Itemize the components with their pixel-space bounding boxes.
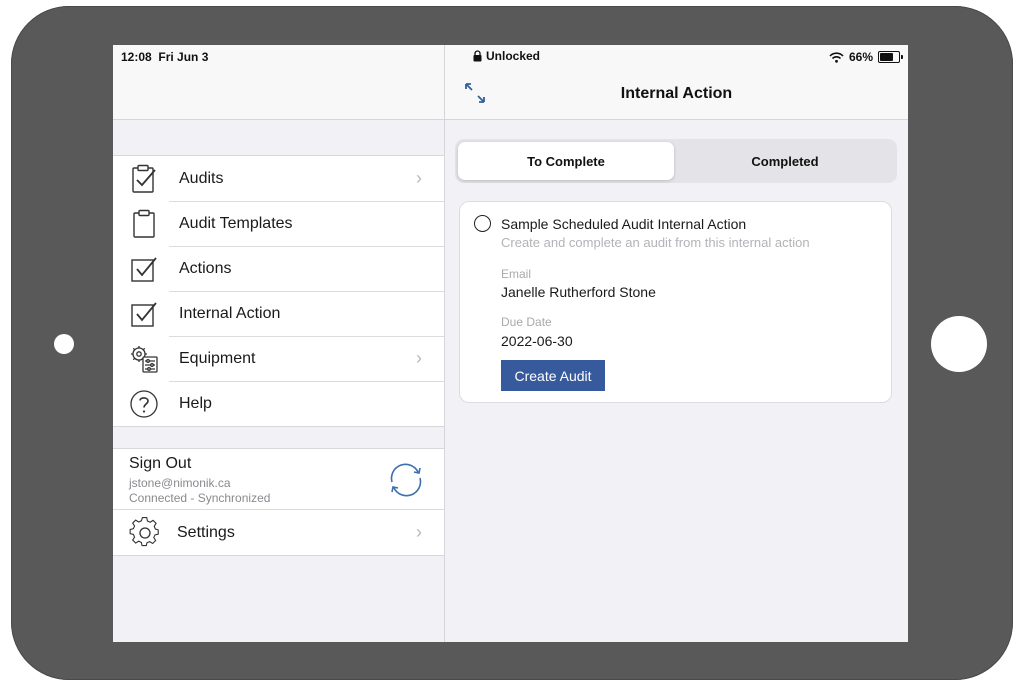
battery-status: 66%: [829, 50, 903, 64]
equipment-gear-icon: [129, 344, 159, 374]
checkbox-check-icon: [129, 299, 159, 329]
battery-icon: [878, 51, 903, 63]
due-date-label: Due Date: [501, 315, 552, 329]
account-email: jstone@nimonik.ca: [129, 476, 231, 490]
sidebar-item-help[interactable]: Help: [113, 381, 444, 426]
lock-text: Unlocked: [486, 49, 541, 63]
wifi-icon: [829, 51, 844, 63]
email-value: Janelle Rutherford Stone: [501, 284, 656, 300]
clipboard-check-icon: [129, 164, 159, 194]
account-section: Sign Out jstone@nimonik.ca Connected - S…: [113, 448, 444, 556]
home-button[interactable]: [931, 316, 987, 372]
sidebar-item-internal-action[interactable]: Internal Action: [113, 291, 444, 336]
sidebar-item-label: Help: [179, 394, 212, 412]
camera-dot: [54, 334, 74, 354]
connection-status: Connected - Synchronized: [129, 491, 271, 505]
status-time: 12:08 Fri Jun 3: [121, 50, 208, 64]
sidebar-item-label: Equipment: [179, 349, 256, 367]
action-description: Create and complete an audit from this i…: [501, 235, 810, 250]
sidebar-item-audit-templates[interactable]: Audit Templates: [113, 201, 444, 246]
device-screen: Audits › Audit Templates Actions Interna…: [113, 45, 908, 642]
sidebar-item-label: Audits: [179, 169, 224, 187]
clipboard-icon: [129, 209, 159, 239]
sidebar-item-label: Actions: [179, 259, 232, 277]
chevron-right-icon: ›: [416, 348, 422, 368]
checkbox-check-icon: [129, 254, 159, 284]
sidebar: Audits › Audit Templates Actions Interna…: [113, 45, 445, 642]
action-title: Sample Scheduled Audit Internal Action: [501, 216, 747, 232]
detail-pane: Internal Action To Complete Completed Sa…: [445, 45, 908, 642]
chevron-right-icon: ›: [416, 168, 422, 188]
status-date: Fri Jun 3: [158, 50, 209, 64]
create-audit-button[interactable]: Create Audit: [501, 360, 605, 391]
battery-percent: 66%: [848, 50, 873, 64]
sidebar-item-actions[interactable]: Actions: [113, 246, 444, 291]
sign-out-row[interactable]: Sign Out jstone@nimonik.ca Connected - S…: [113, 449, 444, 509]
due-date-value: 2022-06-30: [501, 333, 573, 349]
chevron-right-icon: ›: [416, 522, 422, 542]
internal-action-card: Sample Scheduled Audit Internal Action C…: [459, 201, 892, 403]
page-title: Internal Action: [620, 85, 733, 102]
settings-gear-icon: [129, 516, 161, 549]
settings-label: Settings: [177, 523, 235, 541]
tab-completed[interactable]: Completed: [677, 142, 893, 180]
status-bar: 12:08 Fri Jun 3 Unlocked 66%: [113, 45, 908, 67]
sync-icon[interactable]: [384, 458, 428, 502]
email-label: Email: [501, 267, 532, 281]
sidebar-item-settings[interactable]: Settings ›: [113, 509, 444, 555]
sign-out-label: Sign Out: [129, 455, 192, 472]
status-clock: 12:08: [121, 50, 152, 64]
tab-to-complete[interactable]: To Complete: [458, 142, 674, 180]
lock-status: Unlocked: [473, 49, 540, 63]
lock-icon: [473, 50, 482, 62]
help-circle-icon: [129, 389, 159, 419]
sidebar-item-label: Audit Templates: [179, 214, 293, 232]
status-segmented-control: To Complete Completed: [455, 139, 897, 183]
sidebar-item-equipment[interactable]: Equipment ›: [113, 336, 444, 381]
sidebar-menu: Audits › Audit Templates Actions Interna…: [113, 155, 444, 427]
complete-radio-button[interactable]: [474, 215, 491, 232]
sidebar-item-label: Internal Action: [179, 304, 281, 322]
sidebar-item-audits[interactable]: Audits ›: [113, 156, 444, 201]
